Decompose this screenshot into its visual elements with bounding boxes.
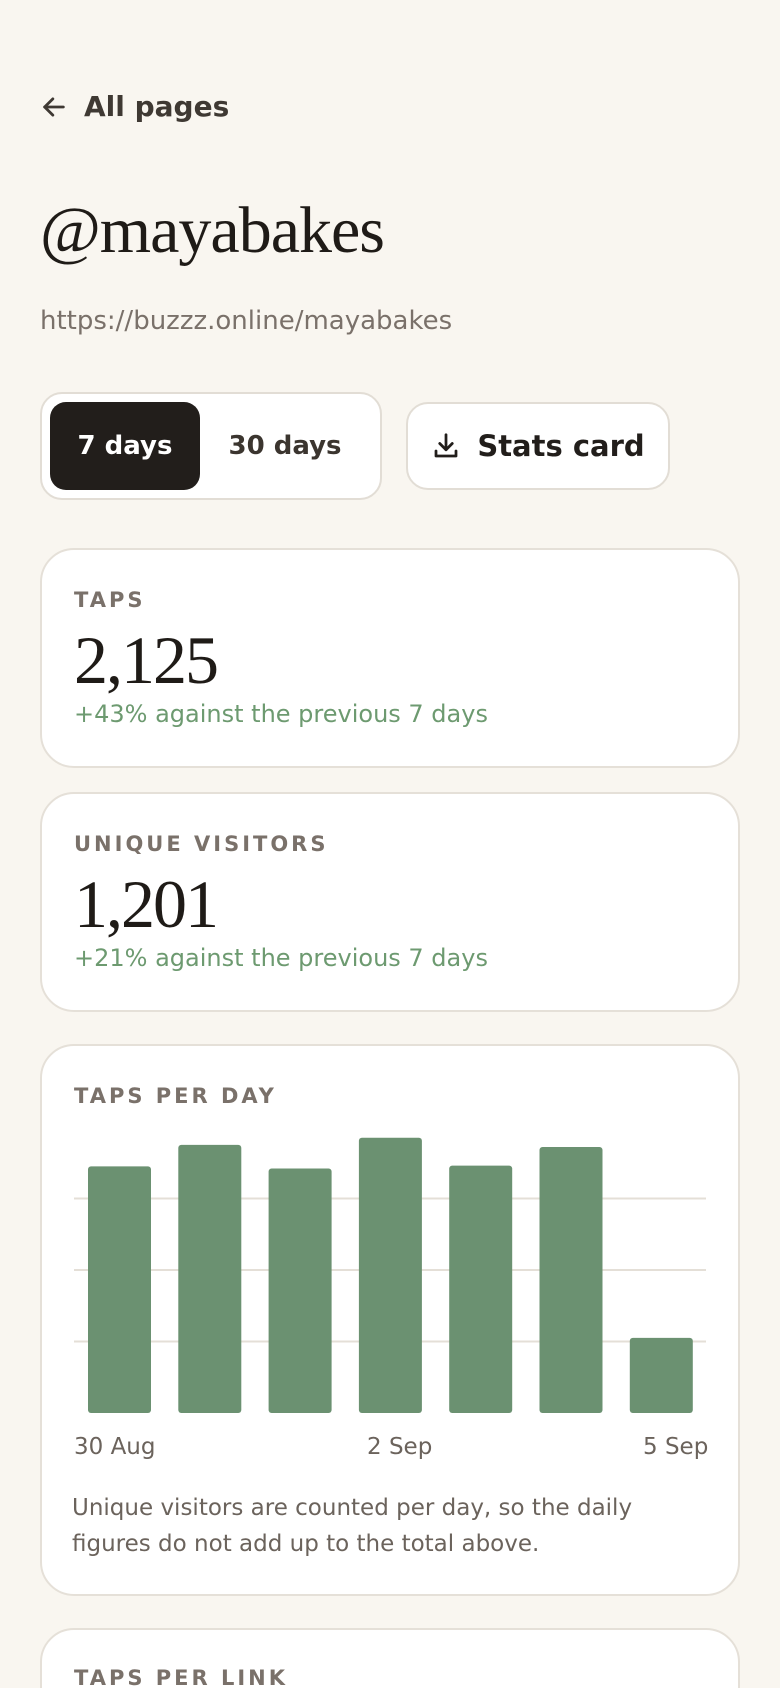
stats-card-button[interactable]: Stats card [406,402,670,490]
taps-value: 2,125 [74,622,219,698]
visitors-label: UNIQUE VISITORS [74,832,329,856]
page-title: @mayabakes [40,194,385,267]
range-30-days-button[interactable]: 30 days [200,402,370,490]
range-selector: 7 days 30 days [40,392,382,500]
page-url: https://buzzz.online/mayabakes [40,306,453,336]
x-tick-label: 30 Aug [74,1434,156,1460]
chart-note: Unique visitors are counted per day, so … [72,1495,633,1557]
taps-label: TAPS [74,588,146,612]
taps-card: TAPS 2,125 +43% against the previous 7 d… [40,548,740,768]
arrow-left-icon [43,96,65,117]
visitors-delta: +21% against the previous 7 days [74,944,488,972]
stats-card-label: Stats card [477,429,645,463]
download-icon [434,433,458,458]
back-link-label: All pages [84,90,230,123]
taps-per-link-label: TAPS PER LINK [74,1666,289,1688]
visitors-value: 1,201 [74,866,219,942]
taps-per-link-card: TAPS PER LINK [40,1628,740,1688]
x-tick-label: 5 Sep [643,1434,709,1460]
visitors-card: UNIQUE VISITORS 1,201 +21% against the p… [40,792,740,1012]
back-link[interactable]: All pages [40,90,229,123]
taps-delta: +43% against the previous 7 days [74,700,488,728]
taps-per-day-label: TAPS PER DAY [74,1084,277,1108]
x-tick-label: 2 Sep [367,1434,433,1460]
range-7-days-button[interactable]: 7 days [50,402,200,490]
